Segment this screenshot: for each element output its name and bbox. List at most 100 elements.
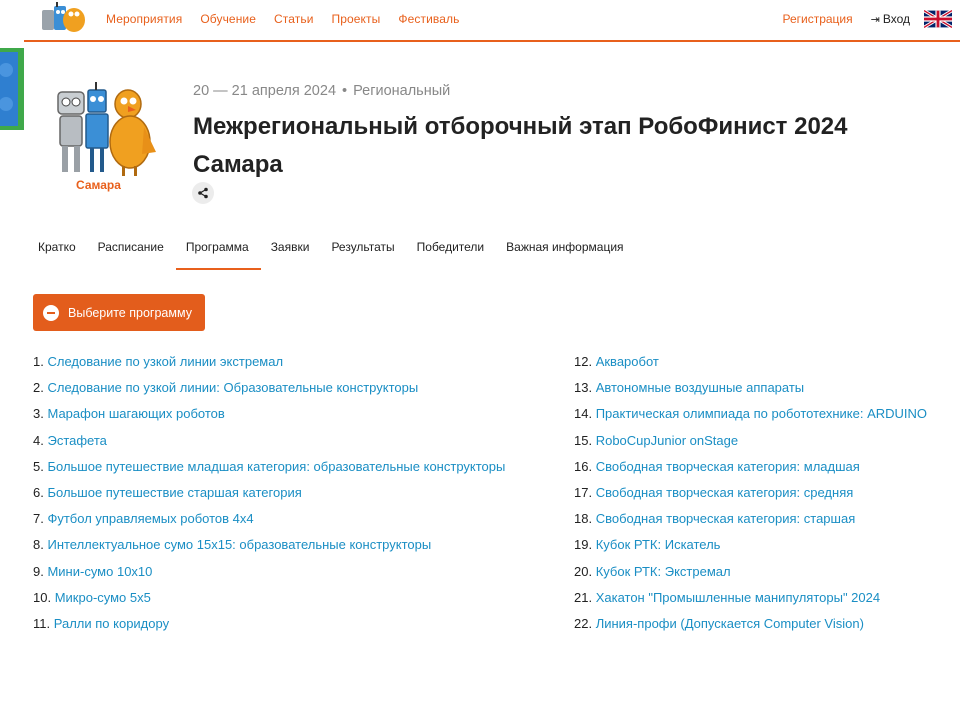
program-list-left: 1. Следование по узкой линии экстремал 2.… — [33, 354, 505, 642]
program-item: 14. Практическая олимпиада по робототехн… — [574, 406, 927, 432]
program-item: 8. Интеллектуальное сумо 15х15: образова… — [33, 537, 505, 563]
minus-circle-icon — [43, 304, 59, 321]
program-number: 13. — [574, 380, 593, 396]
menu-events[interactable]: Мероприятия — [106, 12, 182, 26]
program-link[interactable]: Акваробот — [596, 354, 659, 369]
program-link[interactable]: Хакатон "Промышленные манипуляторы" 2024 — [596, 590, 880, 605]
program-link[interactable]: Интеллектуальное сумо 15х15: образовател… — [47, 537, 431, 552]
program-number: 7. — [33, 511, 44, 527]
page-title: Межрегиональный отборочный этап РобоФини… — [193, 113, 848, 178]
program-number: 3. — [33, 406, 44, 422]
program-number: 6. — [33, 484, 44, 500]
nav-divider — [24, 40, 960, 42]
program-item: 20. Кубок РТК: Экстремал — [574, 564, 927, 590]
program-item: 17. Свободная творческая категория: сред… — [574, 485, 927, 511]
program-item: 3. Марафон шагающих роботов — [33, 406, 505, 432]
program-number: 19. — [574, 537, 593, 553]
select-program-button[interactable]: Выберите программу — [33, 294, 205, 331]
program-number: 9. — [33, 563, 44, 579]
program-number: 2. — [33, 380, 44, 396]
program-link[interactable]: Следование по узкой линии экстремал — [47, 354, 283, 369]
program-link[interactable]: Ралли по коридору — [54, 616, 169, 631]
tab-important-info[interactable]: Важная информация — [506, 240, 623, 270]
program-item: 22. Линия-профи (Допускается Computer Vi… — [574, 616, 927, 642]
event-type: Региональный — [353, 83, 451, 99]
program-number: 20. — [574, 563, 593, 579]
tab-winners[interactable]: Победители — [417, 240, 485, 270]
program-number: 11. — [33, 615, 51, 631]
program-number: 5. — [33, 458, 44, 474]
program-number: 8. — [33, 537, 44, 553]
program-number: 4. — [33, 432, 44, 448]
program-link[interactable]: Мини-сумо 10х10 — [47, 564, 152, 579]
program-item: 18. Свободная творческая категория: стар… — [574, 511, 927, 537]
program-link[interactable]: Свободная творческая категория: младшая — [596, 459, 860, 474]
program-link[interactable]: Микро-сумо 5х5 — [55, 590, 151, 605]
program-number: 10. — [33, 589, 52, 605]
program-number: 15. — [574, 432, 593, 448]
tab-summary[interactable]: Кратко — [38, 240, 76, 270]
logo-caption: Самара — [76, 178, 121, 192]
program-link[interactable]: Свободная творческая категория: средняя — [596, 485, 854, 500]
program-item: 10. Микро-сумо 5х5 — [33, 590, 505, 616]
program-link[interactable]: Футбол управляемых роботов 4х4 — [47, 511, 253, 526]
program-number: 18. — [574, 511, 593, 527]
program-number: 16. — [574, 458, 593, 474]
robofinist-logo[interactable] — [38, 2, 90, 40]
select-program-label: Выберите программу — [68, 305, 192, 320]
program-item: 13. Автономные воздушные аппараты — [574, 380, 927, 406]
share-icon — [198, 187, 208, 199]
program-item: 12. Акваробот — [574, 354, 927, 380]
program-number: 22. — [574, 615, 593, 631]
lego-decoration — [0, 48, 24, 130]
program-number: 14. — [574, 406, 593, 422]
program-item: 15. RoboCupJunior onStage — [574, 433, 927, 459]
program-item: 11. Ралли по коридору — [33, 616, 505, 642]
tab-program[interactable]: Программа — [175, 240, 261, 270]
menu-education[interactable]: Обучение — [200, 12, 256, 26]
tab-applications[interactable]: Заявки — [271, 240, 310, 270]
program-item: 5. Большое путешествие младшая категория… — [33, 459, 505, 485]
program-item: 21. Хакатон "Промышленные манипуляторы" … — [574, 590, 927, 616]
tab-results[interactable]: Результаты — [331, 240, 394, 270]
program-link[interactable]: Свободная творческая категория: старшая — [596, 511, 856, 526]
program-link[interactable]: Линия-профи (Допускается Computer Vision… — [596, 616, 864, 631]
program-item: 4. Эстафета — [33, 433, 505, 459]
event-logo: Самара — [48, 82, 160, 198]
share-button[interactable] — [192, 182, 214, 204]
program-link[interactable]: Кубок РТК: Искатель — [596, 537, 721, 552]
event-date: 20 — 21 апреля 2024 — [193, 83, 337, 99]
meta-separator: • — [342, 83, 348, 99]
program-link[interactable]: Марафон шагающих роботов — [47, 406, 224, 421]
menu-articles[interactable]: Статьи — [274, 12, 314, 26]
menu-projects[interactable]: Проекты — [332, 12, 381, 26]
program-item: 6. Большое путешествие старшая категория — [33, 485, 505, 511]
program-item: 7. Футбол управляемых роботов 4х4 — [33, 511, 505, 537]
program-item: 1. Следование по узкой линии экстремал — [33, 354, 505, 380]
tab-schedule[interactable]: Расписание — [98, 240, 164, 270]
login-icon: ⇥ — [870, 13, 880, 26]
login-label: Вход — [882, 12, 910, 26]
nav-actions: Регистрация ⇥ Вход — [782, 9, 953, 29]
program-link[interactable]: Большое путешествие старшая категория — [47, 485, 301, 500]
event-meta: 20 — 21 апреля 2024 • Региональный — [193, 83, 450, 99]
program-link[interactable]: Эстафета — [47, 433, 106, 448]
program-number: 17. — [574, 484, 593, 500]
menu-festival[interactable]: Фестиваль — [398, 12, 459, 26]
register-link[interactable]: Регистрация — [782, 12, 852, 26]
login-link[interactable]: ⇥ Вход — [871, 12, 910, 26]
top-navigation: Мероприятия Обучение Статьи Проекты Фест… — [0, 0, 960, 40]
program-item: 2. Следование по узкой линии: Образовате… — [33, 380, 505, 406]
program-list-right: 12. Акваробот 13. Автономные воздушные ап… — [574, 354, 927, 642]
program-link[interactable]: Автономные воздушные аппараты — [596, 380, 804, 395]
program-link[interactable]: Большое путешествие младшая категория: о… — [47, 459, 505, 474]
program-item: 16. Свободная творческая категория: млад… — [574, 459, 927, 485]
program-link[interactable]: Кубок РТК: Экстремал — [596, 564, 731, 579]
program-item: 19. Кубок РТК: Искатель — [574, 537, 927, 563]
uk-flag-icon[interactable] — [923, 9, 953, 29]
program-link[interactable]: Практическая олимпиада по робототехнике:… — [596, 406, 927, 421]
program-number: 12. — [574, 354, 593, 369]
program-link[interactable]: Следование по узкой линии: Образовательн… — [47, 380, 418, 395]
program-link[interactable]: RoboCupJunior onStage — [596, 433, 738, 448]
program-item: 9. Мини-сумо 10х10 — [33, 564, 505, 590]
